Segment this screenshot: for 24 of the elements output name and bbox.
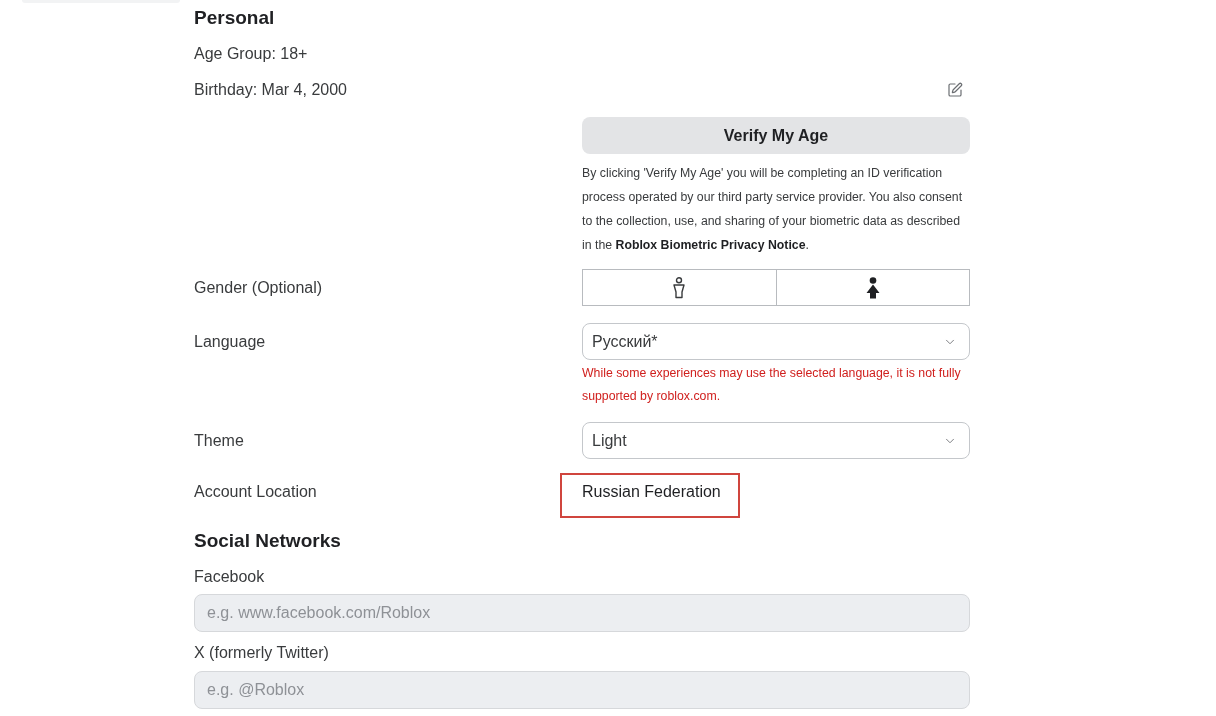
field-label: X (formerly Twitter) <box>194 643 330 663</box>
age-group-text: Age Group: 18+ <box>194 44 309 64</box>
edit-icon[interactable] <box>947 82 963 98</box>
account-location-value: Russian Federation <box>582 483 721 500</box>
gender-option[interactable] <box>776 269 970 306</box>
theme-select[interactable]: Light <box>582 422 970 459</box>
theme-label: Theme <box>194 430 245 451</box>
person-filled-icon <box>865 276 880 299</box>
language-warning-text: While some experiences may use the selected language, it is not fully supported by roblox.com. <box>582 365 962 405</box>
birthday-text: Birthday: Mar 4, 2000 <box>194 80 347 100</box>
language-label: Language <box>194 331 267 352</box>
section-heading: Social Networks <box>194 529 342 553</box>
account-location-label: Account Location <box>194 482 318 502</box>
field-label: Facebook <box>194 567 266 587</box>
privacy-notice-link[interactable]: Roblox Biometric Privacy Notice <box>615 238 806 252</box>
person-outline-icon <box>673 276 686 299</box>
gender-option[interactable] <box>582 269 777 306</box>
language-select[interactable]: Русский* <box>582 323 970 360</box>
gender-label: Gender (Optional) <box>194 277 324 298</box>
text-field[interactable]: e.g. www.facebook.com/Roblox <box>194 594 970 632</box>
verify-age-button[interactable]: Verify My Age <box>582 117 970 154</box>
section-heading: Personal <box>194 6 276 30</box>
text-field[interactable]: e.g. @Roblox <box>194 671 970 709</box>
verify-notice-text: By clicking 'Verify My Age' you will be completing an ID verification process operated by our third party service provider. You also consent to the collection, use, and sharing of your biometric data as described in the Roblox Biometric Privacy Notice. <box>582 165 964 254</box>
